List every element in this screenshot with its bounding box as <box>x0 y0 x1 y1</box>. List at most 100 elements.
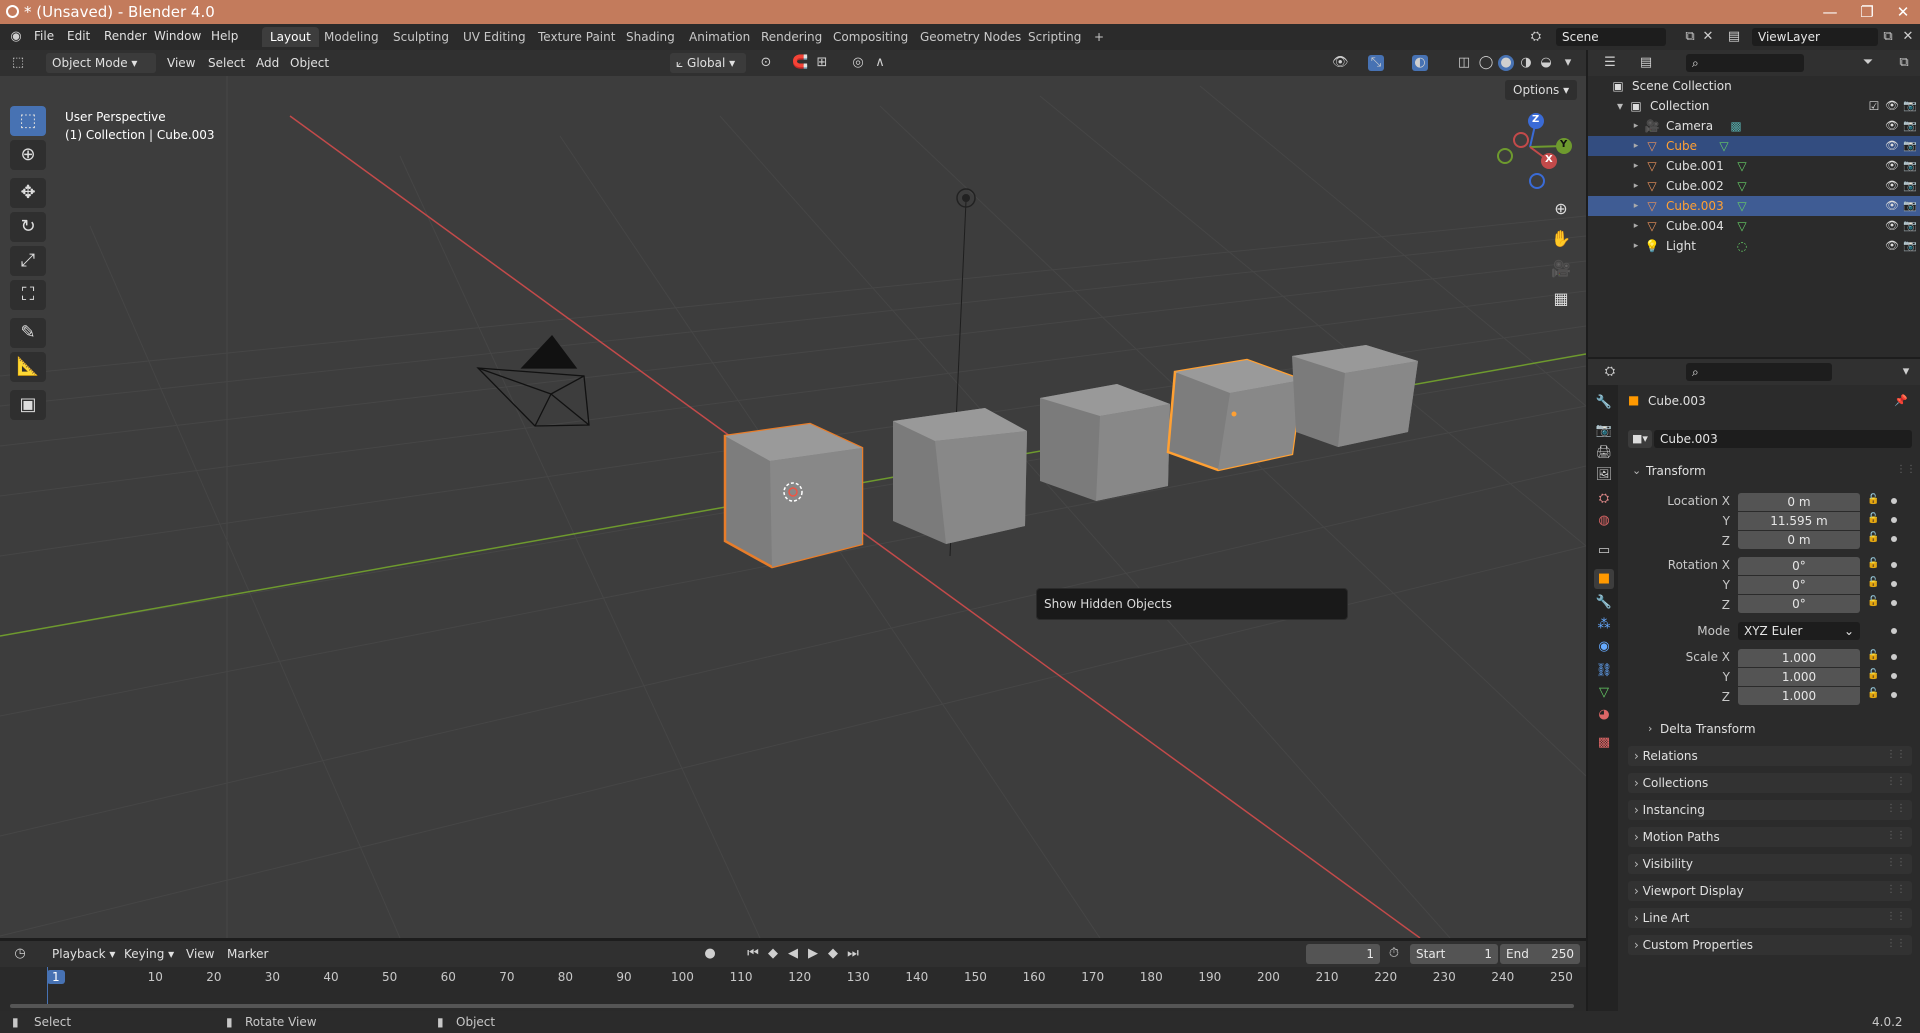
physics-tab-icon[interactable]: ◉ <box>1594 637 1614 657</box>
keyframe-dot-icon[interactable] <box>1891 536 1897 542</box>
prev-keyframe-icon[interactable]: ◆ <box>765 946 781 962</box>
mode-dropdown[interactable]: Object Mode ▾ <box>46 53 156 73</box>
panel-viewport-display[interactable]: › Viewport Display ⋮⋮ <box>1628 881 1912 901</box>
keyframe-dot-icon[interactable] <box>1891 692 1897 698</box>
mesh-data-icon[interactable]: ▽ <box>1734 218 1750 234</box>
outliner-item[interactable]: ▸ ▽ Cube.001 ▽ 👁 📷 <box>1588 156 1920 176</box>
panel-visibility[interactable]: › Visibility ⋮⋮ <box>1628 854 1912 874</box>
location-z-field[interactable]: 0 m <box>1738 531 1860 549</box>
shading-options-icon[interactable]: ▾ <box>1560 55 1576 71</box>
tool-tab-icon[interactable]: 🔧 <box>1594 393 1614 413</box>
gizmo-z-label[interactable]: Z <box>1532 114 1539 125</box>
expand-arrow-icon[interactable]: ▸ <box>1628 218 1644 234</box>
menu-help[interactable]: Help <box>211 29 238 43</box>
render-camera-icon[interactable]: 📷 <box>1902 238 1918 254</box>
new-collection-icon[interactable]: ⧉ <box>1896 55 1912 71</box>
mesh-data-icon[interactable]: ▽ <box>1734 198 1750 214</box>
delete-scene-icon[interactable]: ✕ <box>1700 29 1716 45</box>
outliner-editor-icon[interactable]: ☰ <box>1602 55 1618 71</box>
outliner-item[interactable]: ▸ 💡 Light ◌ 👁 📷 <box>1588 236 1920 256</box>
render-camera-icon[interactable]: 📷 <box>1902 198 1918 214</box>
particles-tab-icon[interactable]: ⁂ <box>1594 615 1614 635</box>
object-browse-icon[interactable]: ■▾ <box>1628 430 1652 448</box>
visibility-eye-icon[interactable]: 👁 <box>1884 178 1900 194</box>
preview-range-icon[interactable]: ⏱ <box>1386 946 1402 962</box>
menu-select[interactable]: Select <box>208 56 245 70</box>
jump-start-icon[interactable]: ⏮ <box>745 946 761 962</box>
texture-tab-icon[interactable]: ▩ <box>1594 733 1614 753</box>
blender-menu-icon[interactable]: ◉ <box>8 29 24 45</box>
play-reverse-icon[interactable]: ◀ <box>785 946 801 962</box>
timeline-scrollbar[interactable] <box>10 1004 1574 1008</box>
location-y-field[interactable]: 11.595 m <box>1738 512 1860 530</box>
snap-icon[interactable]: 🧲 <box>792 55 808 71</box>
pin-icon[interactable]: 📌 <box>1894 394 1908 407</box>
properties-search-input[interactable]: ⌕ <box>1686 363 1832 381</box>
lock-icon[interactable]: 🔓 <box>1867 532 1881 546</box>
lock-icon[interactable]: 🔓 <box>1867 650 1881 664</box>
render-camera-icon[interactable]: 📷 <box>1902 178 1918 194</box>
menu-keying[interactable]: Keying ▾ <box>124 947 174 961</box>
material-tab-icon[interactable]: ◕ <box>1594 705 1614 725</box>
object-name-field[interactable]: Cube.003 <box>1654 430 1912 448</box>
outliner-scene-collection[interactable]: ▣ Scene Collection <box>1588 76 1920 96</box>
keyframe-dot-icon[interactable] <box>1891 654 1897 660</box>
add-cube-tool-icon[interactable]: ▣ <box>10 390 46 420</box>
transform-panel-title[interactable]: Transform <box>1646 464 1706 478</box>
menu-marker[interactable]: Marker <box>227 947 268 961</box>
keyframe-dot-icon[interactable] <box>1891 600 1897 606</box>
outliner-collection[interactable]: ▾ ▣ Collection ☑ 👁 📷 <box>1588 96 1920 116</box>
maximize-button[interactable]: ❐ <box>1857 2 1877 22</box>
pan-hand-icon[interactable]: ✋ <box>1548 226 1574 252</box>
minimize-button[interactable]: — <box>1820 2 1840 22</box>
menu-add[interactable]: Add <box>256 56 279 70</box>
tab-rendering[interactable]: Rendering <box>753 27 830 47</box>
close-button[interactable]: ✕ <box>1893 2 1913 22</box>
keyframe-dot-icon[interactable] <box>1891 498 1897 504</box>
outliner-item[interactable]: ▸ ▽ Cube.002 ▽ 👁 📷 <box>1588 176 1920 196</box>
select-box-tool-icon[interactable]: ⬚ <box>10 106 46 136</box>
rotation-y-field[interactable]: 0° <box>1738 576 1860 594</box>
tab-sculpting[interactable]: Sculpting <box>385 27 457 47</box>
solid-shading-icon[interactable]: ● <box>1498 55 1514 71</box>
collection-render-icon[interactable]: 📷 <box>1902 98 1918 114</box>
new-viewlayer-icon[interactable]: ⧉ <box>1880 29 1896 45</box>
expand-arrow-icon[interactable]: ▸ <box>1628 158 1644 174</box>
lock-icon[interactable]: 🔓 <box>1867 688 1881 702</box>
expand-arrow-icon[interactable]: ▸ <box>1628 178 1644 194</box>
render-camera-icon[interactable]: 📷 <box>1902 118 1918 134</box>
transform-chevron-icon[interactable]: ⌄ <box>1632 464 1641 477</box>
render-camera-icon[interactable]: 📷 <box>1902 158 1918 174</box>
scene-field[interactable]: Scene <box>1556 28 1666 46</box>
outliner-item[interactable]: ▸ ▽ Cube.003 ▽ 👁 📷 <box>1588 196 1920 216</box>
falloff-icon[interactable]: ∧ <box>872 55 888 71</box>
xray-icon[interactable]: ◫ <box>1456 55 1472 71</box>
start-frame-field[interactable]: Start 1 <box>1410 944 1498 964</box>
render-camera-icon[interactable]: 📷 <box>1902 218 1918 234</box>
viewlayer-icon[interactable]: ▤ <box>1726 29 1742 45</box>
end-frame-field[interactable]: End 250 <box>1500 944 1580 964</box>
overlay-icon[interactable]: ◐ <box>1412 55 1428 71</box>
lock-icon[interactable]: 🔓 <box>1867 596 1881 610</box>
properties-editor-icon[interactable]: ⛭ <box>1602 364 1618 380</box>
menu-view[interactable]: View <box>167 56 195 70</box>
viewlayer-field[interactable]: ViewLayer <box>1752 28 1878 46</box>
perspective-toggle-icon[interactable]: ▦ <box>1548 286 1574 312</box>
keyframe-dot-icon[interactable] <box>1891 517 1897 523</box>
camera-view-icon[interactable]: 🎥 <box>1548 256 1574 282</box>
panel-custom-properties[interactable]: › Custom Properties ⋮⋮ <box>1628 935 1912 955</box>
options-dropdown[interactable]: Options ▾ <box>1505 80 1578 100</box>
menu-render[interactable]: Render <box>104 29 147 43</box>
rotation-z-field[interactable]: 0° <box>1738 595 1860 613</box>
record-icon[interactable]: ● <box>702 946 718 962</box>
menu-edit[interactable]: Edit <box>67 29 90 43</box>
outliner-item[interactable]: ▸ 🎥 Camera ▩ 👁 📷 <box>1588 116 1920 136</box>
output-tab-icon[interactable]: 🖨 <box>1594 443 1614 463</box>
next-keyframe-icon[interactable]: ◆ <box>825 946 841 962</box>
visibility-eye-icon[interactable]: 👁 <box>1884 158 1900 174</box>
lock-icon[interactable]: 🔓 <box>1867 513 1881 527</box>
panel-instancing[interactable]: › Instancing ⋮⋮ <box>1628 800 1912 820</box>
material-shading-icon[interactable]: ◑ <box>1518 55 1534 71</box>
properties-options-icon[interactable]: ▾ <box>1898 364 1914 380</box>
scene-tab-icon[interactable]: ⛭ <box>1594 489 1614 509</box>
